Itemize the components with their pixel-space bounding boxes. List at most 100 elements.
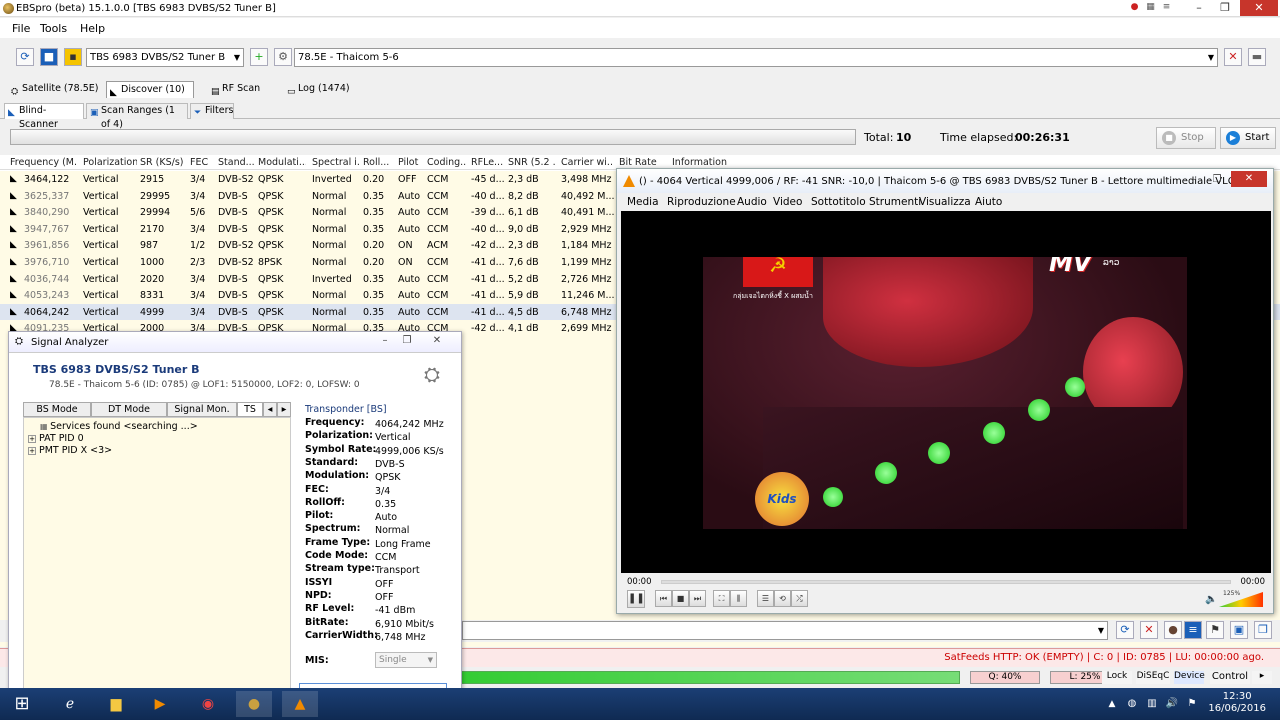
- tab-ts-analyzer[interactable]: TS Ar: [237, 402, 263, 417]
- tree-pat[interactable]: + PAT PID 0: [28, 433, 84, 444]
- delete-icon[interactable]: ✕: [1140, 621, 1158, 639]
- flag-icon[interactable]: ⚑: [1184, 691, 1200, 717]
- stop-button[interactable]: ■ Stop: [1156, 127, 1216, 149]
- vlc-menu-playback[interactable]: Riproduzione: [667, 196, 736, 208]
- save-icon[interactable]: ▣: [1230, 621, 1248, 639]
- chevron-right-icon[interactable]: ▸: [277, 402, 291, 417]
- tree-pmt[interactable]: + PMT PID X <3>: [28, 445, 112, 456]
- menu-help[interactable]: Help: [80, 22, 105, 35]
- tab-bs-mode[interactable]: BS Mode: [23, 402, 91, 417]
- maximize-icon[interactable]: ❐: [1212, 0, 1238, 16]
- chrome-icon[interactable]: ◉: [190, 691, 226, 717]
- playlist-icon[interactable]: ☰: [757, 590, 774, 607]
- chevron-left-icon[interactable]: ◂: [263, 402, 277, 417]
- tab-rf-scan[interactable]: ▤ RF Scan: [208, 81, 268, 98]
- volume-slider[interactable]: 🔈 125%: [1205, 590, 1263, 607]
- volume-icon[interactable]: 🔊: [1164, 691, 1180, 717]
- close-icon[interactable]: ✕: [427, 334, 447, 348]
- tab-satellite[interactable]: ⛭ Satellite (78.5E): [8, 81, 104, 98]
- next-icon[interactable]: ⏭: [689, 590, 706, 607]
- col-rflevel[interactable]: RFLe...: [471, 157, 503, 168]
- col-polarization[interactable]: Polarization: [83, 157, 137, 168]
- grid-icon[interactable]: ▦: [1146, 3, 1155, 12]
- tray-app-icon[interactable]: ◍: [1124, 691, 1140, 717]
- delete-icon[interactable]: ✕: [1224, 48, 1242, 66]
- tuner-select[interactable]: TBS 6983 DVBS/S2 Tuner B ▼: [86, 48, 244, 67]
- col-snr[interactable]: SNR (5.2 ...: [508, 157, 556, 168]
- col-information[interactable]: Information: [672, 157, 752, 168]
- seek-bar[interactable]: [661, 580, 1231, 584]
- col-spectral[interactable]: Spectral i...: [312, 157, 360, 168]
- tab-filters[interactable]: ⏷ Filters: [190, 103, 234, 119]
- tab-blind-scanner[interactable]: ◣ Blind-Scanner: [4, 103, 84, 130]
- vlc-menu-tools[interactable]: Strumenti: [869, 196, 921, 208]
- tab-dt-mode[interactable]: DT Mode: [91, 402, 167, 417]
- vlc-menu-subtitle[interactable]: Sottotitolo: [811, 196, 866, 208]
- col-fec[interactable]: FEC: [190, 157, 212, 168]
- add-icon[interactable]: +: [250, 48, 268, 66]
- minimize-icon[interactable]: –: [375, 334, 395, 348]
- settings-icon[interactable]: ⚙: [274, 48, 292, 66]
- vlc-icon[interactable]: ▲: [282, 691, 318, 717]
- expand-icon[interactable]: +: [28, 434, 36, 443]
- satellite-select[interactable]: 78.5E - Thaicom 5-6 ▼: [294, 48, 1218, 67]
- service-select[interactable]: ▼: [462, 621, 1108, 640]
- explorer-icon[interactable]: ▆: [98, 691, 134, 717]
- col-frequency[interactable]: Frequency (M...: [10, 157, 76, 168]
- col-sr[interactable]: SR (KS/s): [140, 157, 184, 168]
- clock[interactable]: 12:30 16/06/2016: [1208, 691, 1266, 715]
- flag-icon[interactable]: ⚑: [1206, 621, 1224, 639]
- tab-scan-ranges[interactable]: ▣ Scan Ranges (1 of 4): [86, 103, 188, 130]
- network-icon[interactable]: ▥: [1144, 691, 1160, 717]
- video-area[interactable]: ☭ กลุ่มเจอไตกหิ่งชี้ X ผสมน้ำ MV ເມັນຂີ …: [621, 211, 1271, 573]
- refresh-icon[interactable]: ⟳: [1116, 621, 1134, 639]
- vlc-menu-help[interactable]: Aiuto: [975, 196, 1002, 208]
- col-bitrate[interactable]: Bit Rate: [619, 157, 663, 168]
- previous-icon[interactable]: ⏮: [655, 590, 672, 607]
- ebs-icon[interactable]: ●: [1164, 621, 1182, 639]
- stop-icon[interactable]: ■: [672, 590, 689, 607]
- refresh-icon[interactable]: ⟳: [16, 48, 34, 66]
- equalizer-icon[interactable]: ⫼: [730, 590, 747, 607]
- minimize-icon[interactable]: –: [1186, 0, 1212, 16]
- start-button[interactable]: ▶ Start: [1220, 127, 1276, 149]
- close-icon[interactable]: ✕: [1240, 0, 1278, 16]
- vlc-menu-video[interactable]: Video: [773, 196, 802, 208]
- close-icon[interactable]: ✕: [1231, 171, 1267, 187]
- menu-tools[interactable]: Tools: [40, 22, 67, 35]
- col-modulation[interactable]: Modulati...: [258, 157, 306, 168]
- lock-icon[interactable]: ■: [40, 48, 58, 66]
- vlc-menu-audio[interactable]: Audio: [737, 196, 767, 208]
- vlc-menu-view[interactable]: Visualizza: [919, 196, 971, 208]
- tab-discover[interactable]: ◣ Discover (10): [106, 81, 194, 98]
- tray-up-icon[interactable]: ▲: [1104, 691, 1120, 717]
- maximize-icon[interactable]: ❐: [1207, 173, 1227, 187]
- copy-icon[interactable]: ❐: [1254, 621, 1272, 639]
- tree-services[interactable]: ▦ Services found <searching ...>: [40, 421, 198, 432]
- col-standard[interactable]: Stand...: [218, 157, 254, 168]
- loop-icon[interactable]: ⟲: [774, 590, 791, 607]
- expand-icon[interactable]: +: [28, 446, 36, 455]
- save-icon[interactable]: ▬: [1248, 48, 1266, 66]
- ie-icon[interactable]: ℯ: [52, 691, 88, 717]
- col-pilot[interactable]: Pilot: [398, 157, 424, 168]
- col-carrier[interactable]: Carrier wi...: [561, 157, 613, 168]
- tab-signal-mon[interactable]: Signal Mon.: [167, 402, 237, 417]
- media-icon[interactable]: ▶: [142, 691, 178, 717]
- more-icon[interactable]: ▸: [1252, 671, 1272, 684]
- vlc-menu-media[interactable]: Media: [627, 196, 659, 208]
- pause-icon[interactable]: ❚❚: [627, 590, 645, 608]
- list-icon[interactable]: ≡: [1184, 621, 1202, 639]
- minimize-icon[interactable]: –: [1183, 173, 1203, 187]
- start-icon[interactable]: ⊞: [2, 691, 42, 717]
- maximize-icon[interactable]: ❐: [397, 334, 417, 348]
- unlock-icon[interactable]: ▪: [64, 48, 82, 66]
- menu-file[interactable]: File: [12, 22, 30, 35]
- col-coding[interactable]: Coding...: [427, 157, 467, 168]
- record-icon[interactable]: ●: [1130, 3, 1139, 12]
- list-icon[interactable]: ≡: [1162, 3, 1171, 12]
- mis-select[interactable]: Single ▼: [375, 652, 437, 668]
- ebspro-icon[interactable]: ●: [236, 691, 272, 717]
- fullscreen-icon[interactable]: ⛶: [713, 590, 730, 607]
- col-rolloff[interactable]: Roll...: [363, 157, 389, 168]
